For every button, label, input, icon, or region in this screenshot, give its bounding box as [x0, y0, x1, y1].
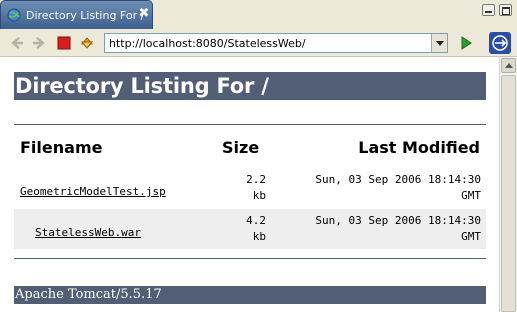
scroll-up-arrow-icon[interactable] — [501, 58, 516, 73]
go-icon[interactable] — [459, 35, 473, 51]
size-value: 2.2 — [246, 173, 266, 186]
page-title: Directory Listing For / — [14, 72, 486, 100]
maximize-view-button[interactable] — [499, 4, 512, 16]
column-header-size: Size — [222, 138, 260, 157]
back-icon[interactable] — [9, 35, 25, 51]
column-header-filename: Filename — [20, 138, 103, 157]
close-tab-icon[interactable]: ✖ — [137, 6, 151, 22]
size-unit: kb — [252, 230, 266, 243]
size-value: 4.2 — [246, 214, 266, 227]
table-row: StatelessWeb.war 4.2 kb Sun, 03 Sep 2006… — [14, 209, 486, 249]
globe-icon — [7, 8, 21, 22]
stop-icon[interactable] — [56, 35, 72, 51]
table-row: GeometricModelTest.jsp 2.2 kb Sun, 03 Se… — [14, 168, 486, 208]
web-browser-button[interactable] — [489, 32, 511, 54]
forward-icon[interactable] — [31, 35, 47, 51]
file-last-modified: Sun, 03 Sep 2006 18:14:30 GMT — [271, 213, 481, 245]
modified-date: Sun, 03 Sep 2006 18:14:30 — [315, 214, 481, 227]
file-link[interactable]: StatelessWeb.war — [35, 226, 141, 239]
divider — [14, 124, 486, 125]
refresh-icon[interactable] — [79, 35, 95, 51]
file-link[interactable]: GeometricModelTest.jsp — [20, 185, 166, 198]
divider — [14, 258, 486, 259]
editor-tab-strip: Directory Listing For / ✖ — [0, 0, 517, 29]
size-unit: kb — [252, 189, 266, 202]
file-size: 4.2 kb — [238, 213, 266, 245]
vertical-scrollbar[interactable] — [499, 57, 517, 312]
url-input[interactable] — [105, 34, 431, 52]
modified-timezone: GMT — [461, 230, 481, 243]
server-footer: Apache Tomcat/5.5.17 — [14, 286, 486, 304]
tab-title: Directory Listing For / — [26, 9, 145, 22]
modified-date: Sun, 03 Sep 2006 18:14:30 — [315, 173, 481, 186]
modified-timezone: GMT — [461, 189, 481, 202]
web-browser-icon — [492, 35, 508, 51]
column-header-last-modified: Last Modified — [358, 138, 480, 157]
minimize-view-button[interactable] — [482, 4, 495, 16]
browser-tab[interactable]: Directory Listing For / ✖ — [0, 0, 153, 29]
browser-toolbar — [0, 29, 517, 57]
file-size: 2.2 kb — [238, 172, 266, 204]
url-dropdown-button[interactable] — [431, 34, 447, 52]
file-last-modified: Sun, 03 Sep 2006 18:14:30 GMT — [271, 172, 481, 204]
url-combo[interactable] — [104, 33, 448, 53]
browser-content: Directory Listing For / Filename Size La… — [0, 57, 499, 312]
scroll-thumb[interactable] — [501, 75, 516, 312]
